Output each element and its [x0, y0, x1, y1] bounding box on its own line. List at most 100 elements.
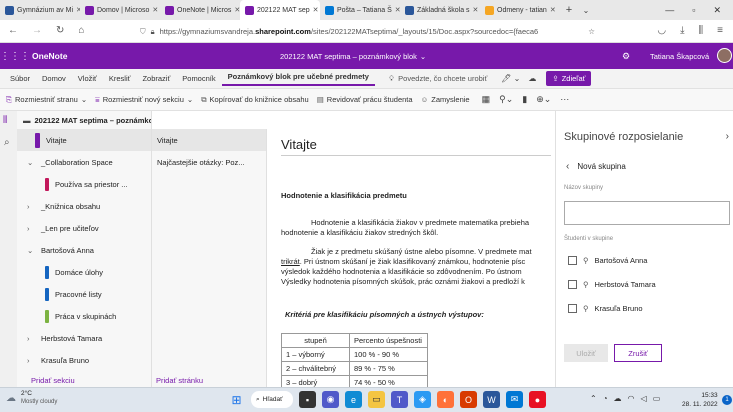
- add-page-link[interactable]: Pridať stránku: [156, 376, 203, 385]
- browser-tab[interactable]: Domov | Microso ✕: [80, 0, 160, 20]
- firefox-icon[interactable]: ◐: [437, 391, 454, 408]
- browser-tab[interactable]: Odmeny - tatian ✕: [480, 0, 560, 20]
- photos-icon[interactable]: ◈: [414, 391, 431, 408]
- group-name-input[interactable]: [564, 201, 730, 225]
- word-icon[interactable]: W: [483, 391, 500, 408]
- ribbon-tab[interactable]: Vložiť: [72, 74, 103, 83]
- section-item[interactable]: Používa sa priestor ...: [17, 173, 151, 195]
- onedrive-icon[interactable]: ☁︎: [614, 394, 622, 403]
- notification-badge[interactable]: 1: [722, 395, 732, 405]
- library-icon[interactable]: ⫼: [699, 25, 704, 36]
- tab-close-icon[interactable]: ✕: [550, 6, 556, 14]
- taskbar-search[interactable]: ⌕ Hľadať: [251, 391, 293, 408]
- section-group[interactable]: › _Len pre učiteľov: [17, 217, 151, 239]
- pocket-icon[interactable]: ◡: [657, 25, 666, 36]
- edge-icon[interactable]: e: [345, 391, 362, 408]
- bookmark-star-icon[interactable]: ☆: [588, 27, 595, 36]
- page-canvas[interactable]: Vitajte Hodnotenie a klasifikácia predme…: [267, 111, 555, 387]
- tab-list-chevron-icon[interactable]: ⌄: [578, 6, 594, 15]
- ribbon-tab[interactable]: Pomocník: [176, 74, 221, 83]
- student-checkbox[interactable]: [568, 304, 577, 313]
- battery-icon[interactable]: ▭: [653, 394, 661, 403]
- addin-icon[interactable]: ⊕⌄: [536, 94, 551, 105]
- forward-icon[interactable]: →: [32, 25, 42, 36]
- reflect-button[interactable]: ☺ Zamyslenie: [417, 95, 474, 104]
- back-button[interactable]: ‹ Nová skupina: [566, 161, 626, 172]
- url-field[interactable]: ⛉ 🔒︎ https://gymnaziumsvandreja.sharepoi…: [140, 24, 595, 39]
- redistribute-page-button[interactable]: ⎘ Rozmiestniť stranu ⌄: [2, 95, 91, 105]
- ribbon-tab[interactable]: Kresliť: [103, 74, 137, 83]
- back-icon[interactable]: ←: [8, 25, 18, 36]
- section-item[interactable]: Práca v skupinách: [17, 305, 151, 327]
- volume-icon[interactable]: ◁: [641, 394, 647, 403]
- page-item[interactable]: Vitajte: [152, 129, 266, 151]
- clock[interactable]: 15:33 28. 11. 2022: [682, 391, 718, 409]
- immersive-reader-icon[interactable]: ▮: [522, 94, 527, 105]
- close-window-icon[interactable]: ✕: [713, 5, 721, 16]
- section-item[interactable]: Domáce úlohy: [17, 261, 151, 283]
- ribbon-tab[interactable]: Domov: [36, 74, 72, 83]
- browser-tab[interactable]: Pošta – Tatiana Š ✕: [320, 0, 400, 20]
- save-button[interactable]: Uložiť: [564, 344, 608, 362]
- ribbon-tab[interactable]: Súbor: [4, 74, 36, 83]
- page-item[interactable]: Najčastejšie otázky: Poz...: [152, 151, 266, 173]
- mail-icon[interactable]: ✉: [506, 391, 523, 408]
- wifi-icon[interactable]: ◠: [628, 394, 635, 403]
- ribbon-tab[interactable]: Zobraziť: [136, 74, 176, 83]
- tab-close-icon[interactable]: ✕: [473, 6, 479, 14]
- tray-chevron-icon[interactable]: ⌃: [590, 394, 597, 403]
- pane-close-chevron-icon[interactable]: ›: [726, 131, 729, 142]
- ribbon-tab[interactable]: Poznámkový blok pre učebné predmety: [221, 72, 375, 86]
- review-work-button[interactable]: ▤ Revidovať prácu študenta: [313, 95, 417, 104]
- home-icon[interactable]: ⌂: [78, 25, 84, 36]
- student-row[interactable]: ⚲ Bartošová Anna: [568, 256, 647, 265]
- chat-icon[interactable]: ◉: [322, 391, 339, 408]
- tell-me-input[interactable]: Povedzte, čo chcete urobiť: [398, 74, 487, 83]
- browser-tab[interactable]: OneNote | Micros ✕: [160, 0, 240, 20]
- student-checkbox[interactable]: [568, 280, 577, 289]
- file-explorer-icon[interactable]: ▭: [368, 391, 385, 408]
- cancel-button[interactable]: Zrušiť: [614, 344, 662, 362]
- windows-start-icon[interactable]: ⊞: [228, 391, 245, 408]
- student-row[interactable]: ⚲ Krasuľa Bruno: [568, 304, 643, 313]
- redistribute-section-button[interactable]: ⩸ Rozmiestniť nový sekciu ⌄: [91, 95, 197, 105]
- teams-icon[interactable]: T: [391, 391, 408, 408]
- app-launcher-icon[interactable]: ⋮⋮⋮: [0, 51, 30, 62]
- more-icon[interactable]: ⋯: [560, 94, 569, 105]
- section-group[interactable]: ⌄ _Collaboration Space: [17, 151, 151, 173]
- search-icon[interactable]: ⌕: [4, 137, 10, 148]
- page-title[interactable]: Vitajte: [281, 137, 317, 152]
- app-icon[interactable]: ●: [529, 391, 546, 408]
- browser-tab[interactable]: Základná škola s ✕: [400, 0, 480, 20]
- weather-widget[interactable]: ☁︎ 2°C Mostly cloudy: [6, 390, 57, 406]
- restore-icon[interactable]: ▫: [692, 5, 695, 16]
- app-name[interactable]: OneNote: [32, 51, 67, 61]
- reload-icon[interactable]: ↻: [56, 25, 64, 36]
- share-button[interactable]: ⇪ Zdieľať: [546, 71, 592, 86]
- tab-close-icon[interactable]: ✕: [313, 6, 319, 14]
- copy-to-library-button[interactable]: ⧉ Kopírovať do knižnice obsahu: [197, 95, 313, 105]
- pen-icon[interactable]: 🖊︎ ⌄: [501, 74, 520, 83]
- student-row[interactable]: ⚲ Herbstová Tamara: [568, 280, 656, 289]
- browser-tab[interactable]: Gymnázium av Mi ✕: [0, 0, 80, 20]
- tab-close-icon[interactable]: ✕: [152, 6, 158, 14]
- task-view-icon[interactable]: ▪: [299, 391, 316, 408]
- section-item[interactable]: Pracovné listy: [17, 283, 151, 305]
- office-icon[interactable]: O: [460, 391, 477, 408]
- minimize-icon[interactable]: —: [665, 5, 674, 16]
- menu-icon[interactable]: ≡: [717, 25, 723, 36]
- cloud-icon[interactable]: ☁︎: [528, 74, 536, 83]
- avatar[interactable]: [717, 48, 732, 63]
- user-name[interactable]: Tatiana Škapcová: [650, 52, 709, 61]
- section-group[interactable]: › Krasuľa Bruno: [17, 349, 151, 371]
- settings-gear-icon[interactable]: ⚙: [622, 51, 630, 62]
- section-item[interactable]: Vitajte: [17, 129, 151, 151]
- tray-app-icon[interactable]: ◔: [603, 394, 608, 403]
- downloads-icon[interactable]: ⤓: [680, 25, 684, 36]
- notebook-title[interactable]: 202122 MAT septima – poznámkový blok: [280, 52, 417, 61]
- browser-tab[interactable]: 202122 MAT sep ✕: [240, 0, 320, 20]
- notebooks-icon[interactable]: ⫴: [3, 115, 7, 126]
- person-icon[interactable]: ⚲⌄: [499, 94, 513, 105]
- notebook-header[interactable]: ▬ 202122 MAT septima – poznámkový blok ⌄: [17, 111, 151, 129]
- student-checkbox[interactable]: [568, 256, 577, 265]
